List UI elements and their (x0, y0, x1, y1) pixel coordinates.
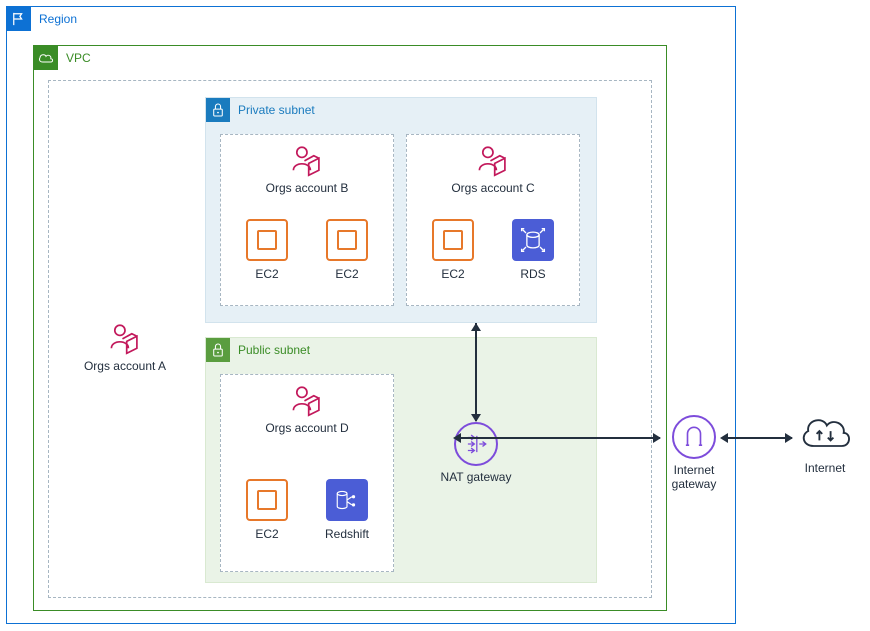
internet-cloud-icon (797, 410, 853, 454)
nat-gateway-node: NAT gateway (436, 422, 516, 484)
arrow-up-icon (471, 323, 481, 331)
architecture-diagram: Region VPC Orgs account A (0, 0, 870, 631)
private-subnet-box: Private subnet Orgs account B EC2 (205, 97, 597, 323)
orgs-account-icon (290, 383, 324, 417)
private-subnet-header: Private subnet (206, 98, 315, 122)
public-subnet-lock-icon (206, 338, 230, 362)
arrow-left-icon (453, 433, 461, 443)
internet-gateway-label: Internet gateway (659, 463, 729, 491)
ec2-label: EC2 (317, 267, 377, 281)
connector-nat-to-igw (460, 437, 660, 439)
internet-gateway-node: Internet gateway (659, 415, 729, 491)
vpc-cloud-icon (34, 46, 58, 70)
redshift-service: Redshift (317, 479, 377, 541)
connector-private-to-nat (475, 323, 477, 421)
ec2-service: EC2 (237, 219, 297, 281)
public-subnet-header: Public subnet (206, 338, 310, 362)
internet-label: Internet (790, 461, 860, 475)
rds-service: RDS (503, 219, 563, 281)
nat-gateway-label: NAT gateway (436, 470, 516, 484)
vpc-header: VPC (34, 46, 91, 70)
nat-gateway-icon (454, 422, 498, 466)
connector-igw-to-internet (727, 437, 792, 439)
orgs-account-icon (476, 143, 510, 177)
ec2-icon (246, 479, 288, 521)
orgs-account-a-label: Orgs account A (75, 359, 175, 373)
orgs-account-b-label: Orgs account B (221, 181, 393, 195)
region-header: Region (7, 7, 77, 31)
orgs-account-d-box: Orgs account D EC2 Redshift (220, 374, 394, 572)
orgs-account-icon (108, 321, 142, 355)
arrow-down-icon (471, 414, 481, 422)
orgs-account-b-box: Orgs account B EC2 EC2 (220, 134, 394, 306)
redshift-icon (326, 479, 368, 521)
vpc-label: VPC (66, 51, 91, 65)
internet-node: Internet (790, 410, 860, 475)
ec2-service: EC2 (317, 219, 377, 281)
orgs-account-icon (290, 143, 324, 177)
public-subnet-box: Public subnet Orgs account D EC2 (205, 337, 597, 583)
orgs-account-d-label: Orgs account D (221, 421, 393, 435)
ec2-icon (246, 219, 288, 261)
ec2-label: EC2 (423, 267, 483, 281)
region-label: Region (39, 12, 77, 26)
public-subnet-label: Public subnet (238, 343, 310, 357)
private-subnet-label: Private subnet (238, 103, 315, 117)
rds-icon (512, 219, 554, 261)
region-flag-icon (7, 7, 31, 31)
orgs-account-c-label: Orgs account C (407, 181, 579, 195)
ec2-service: EC2 (237, 479, 297, 541)
ec2-service: EC2 (423, 219, 483, 281)
availability-zone-box: Orgs account A Private subnet (48, 80, 652, 598)
orgs-account-c-box: Orgs account C EC2 RDS (406, 134, 580, 306)
redshift-label: Redshift (317, 527, 377, 541)
ec2-label: EC2 (237, 267, 297, 281)
orgs-account-a: Orgs account A (75, 321, 175, 373)
ec2-label: EC2 (237, 527, 297, 541)
private-subnet-lock-icon (206, 98, 230, 122)
region-box: Region VPC Orgs account A (6, 6, 736, 624)
internet-gateway-icon (672, 415, 716, 459)
arrow-left-icon (720, 433, 728, 443)
ec2-icon (326, 219, 368, 261)
rds-label: RDS (503, 267, 563, 281)
vpc-box: VPC Orgs account A (33, 45, 667, 611)
ec2-icon (432, 219, 474, 261)
